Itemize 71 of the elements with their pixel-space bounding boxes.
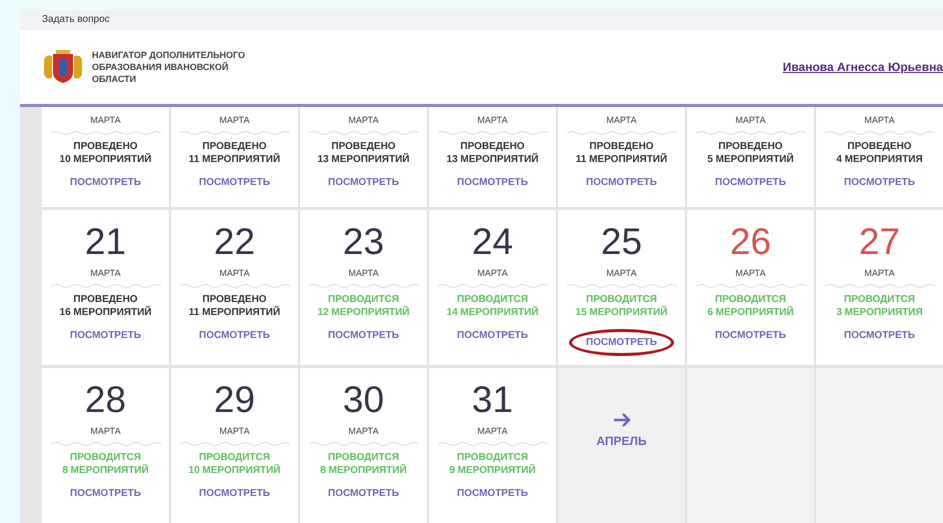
day-number: 29 [214, 380, 256, 420]
event-status: ПРОВОДИТСЯ 3 МЕРОПРИЯТИЯ [836, 293, 923, 319]
day-number: 26 [730, 222, 772, 262]
day-number: 25 [600, 222, 642, 262]
ask-question-link[interactable]: Задать вопрос [42, 12, 110, 28]
event-status: ПРОВЕДЕНО 4 МЕРОПРИЯТИЯ [836, 140, 923, 166]
day-number: 22 [214, 222, 256, 262]
month-label: МАРТА [348, 268, 379, 279]
event-status: ПРОВЕДЕНО 10 МЕРОПРИЯТИЙ [60, 140, 152, 166]
view-link[interactable]: ПОСМОТРЕТЬ [715, 329, 786, 342]
event-status: ПРОВОДИТСЯ 8 МЕРОПРИЯТИЙ [320, 451, 407, 477]
event-status: ПРОВОДИТСЯ 15 МЕРОПРИЯТИЙ [576, 293, 668, 319]
day-number: 27 [858, 222, 900, 262]
month-label: МАРТА [348, 115, 379, 126]
view-link[interactable]: ПОСМОТРЕТЬ [715, 176, 786, 189]
month-label: МАРТА [90, 268, 121, 279]
event-status: ПРОВОДИТСЯ 10 МЕРОПРИЯТИЙ [188, 451, 280, 477]
event-status: ПРОВОДИТСЯ 14 МЕРОПРИЯТИЙ [446, 293, 538, 319]
view-link[interactable]: ПОСМОТРЕТЬ [569, 329, 674, 356]
event-status: ПРОВОДИТСЯ 9 МЕРОПРИЯТИЙ [449, 451, 536, 477]
month-label: МАРТА [90, 115, 121, 126]
month-label: МАРТА [735, 115, 766, 126]
month-label: МАРТА [348, 426, 379, 437]
user-name-link[interactable]: Иванова Агнесса Юрьевна [782, 58, 943, 76]
month-label: МАРТА [735, 268, 766, 279]
event-status: ПРОВЕДЕНО 13 МЕРОПРИЯТИЙ [446, 140, 538, 166]
event-status: ПРОВЕДЕНО 11 МЕРОПРИЯТИЙ [188, 293, 280, 319]
month-label: МАРТА [219, 268, 250, 279]
view-link[interactable]: ПОСМОТРЕТЬ [328, 487, 399, 500]
month-label: МАРТА [606, 115, 637, 126]
coat-of-arms-icon [42, 50, 84, 84]
month-label: МАРТА [864, 115, 895, 126]
view-link[interactable]: ПОСМОТРЕТЬ [457, 487, 528, 500]
view-link[interactable]: ПОСМОТРЕТЬ [457, 176, 528, 189]
view-link[interactable]: ПОСМОТРЕТЬ [457, 329, 528, 342]
day-number: 31 [472, 380, 514, 420]
arrow-right-icon [612, 412, 632, 428]
month-label: МАРТА [477, 268, 508, 279]
event-status: ПРОВЕДЕНО 13 МЕРОПРИЯТИЙ [318, 140, 410, 166]
day-number: 21 [84, 222, 126, 262]
view-link[interactable]: ПОСМОТРЕТЬ [199, 487, 270, 500]
month-label: МАРТА [606, 268, 637, 279]
event-status: ПРОВЕДЕНО 16 МЕРОПРИЯТИЙ [60, 293, 152, 319]
view-link[interactable]: ПОСМОТРЕТЬ [844, 176, 915, 189]
day-number: 23 [342, 222, 384, 262]
view-link[interactable]: ПОСМОТРЕТЬ [199, 176, 270, 189]
day-number: 24 [472, 222, 514, 262]
month-label: МАРТА [864, 268, 895, 279]
view-link[interactable]: ПОСМОТРЕТЬ [586, 176, 657, 189]
view-link[interactable]: ПОСМОТРЕТЬ [70, 329, 141, 342]
view-link[interactable]: ПОСМОТРЕТЬ [844, 329, 915, 342]
view-link[interactable]: ПОСМОТРЕТЬ [70, 487, 141, 500]
month-label: МАРТА [477, 115, 508, 126]
month-label: МАРТА [219, 426, 250, 437]
view-link[interactable]: ПОСМОТРЕТЬ [328, 176, 399, 189]
event-status: ПРОВОДИТСЯ 12 МЕРОПРИЯТИЙ [318, 293, 410, 319]
view-link[interactable]: ПОСМОТРЕТЬ [199, 329, 270, 342]
day-number: 28 [84, 380, 126, 420]
next-month-link[interactable]: АПРЕЛЬ [596, 412, 647, 450]
event-status: ПРОВЕДЕНО 11 МЕРОПРИЯТИЙ [576, 140, 668, 166]
event-status: ПРОВЕДЕНО 5 МЕРОПРИЯТИЙ [707, 140, 794, 166]
event-status: ПРОВЕДЕНО 11 МЕРОПРИЯТИЙ [188, 140, 280, 166]
month-label: МАРТА [219, 115, 250, 126]
site-title: НАВИГАТОР ДОПОЛНИТЕЛЬНОГО ОБРАЗОВАНИЯ ИВАНОВСКОЙ ОБЛАСТИ [92, 48, 246, 85]
day-number: 30 [342, 380, 384, 420]
month-label: МАРТА [477, 426, 508, 437]
event-status: ПРОВОДИТСЯ 6 МЕРОПРИЯТИЙ [707, 293, 794, 319]
view-link[interactable]: ПОСМОТРЕТЬ [70, 176, 141, 189]
view-link[interactable]: ПОСМОТРЕТЬ [328, 329, 399, 342]
event-status: ПРОВОДИТСЯ 8 МЕРОПРИЯТИЙ [62, 451, 149, 477]
month-label: МАРТА [90, 426, 121, 437]
